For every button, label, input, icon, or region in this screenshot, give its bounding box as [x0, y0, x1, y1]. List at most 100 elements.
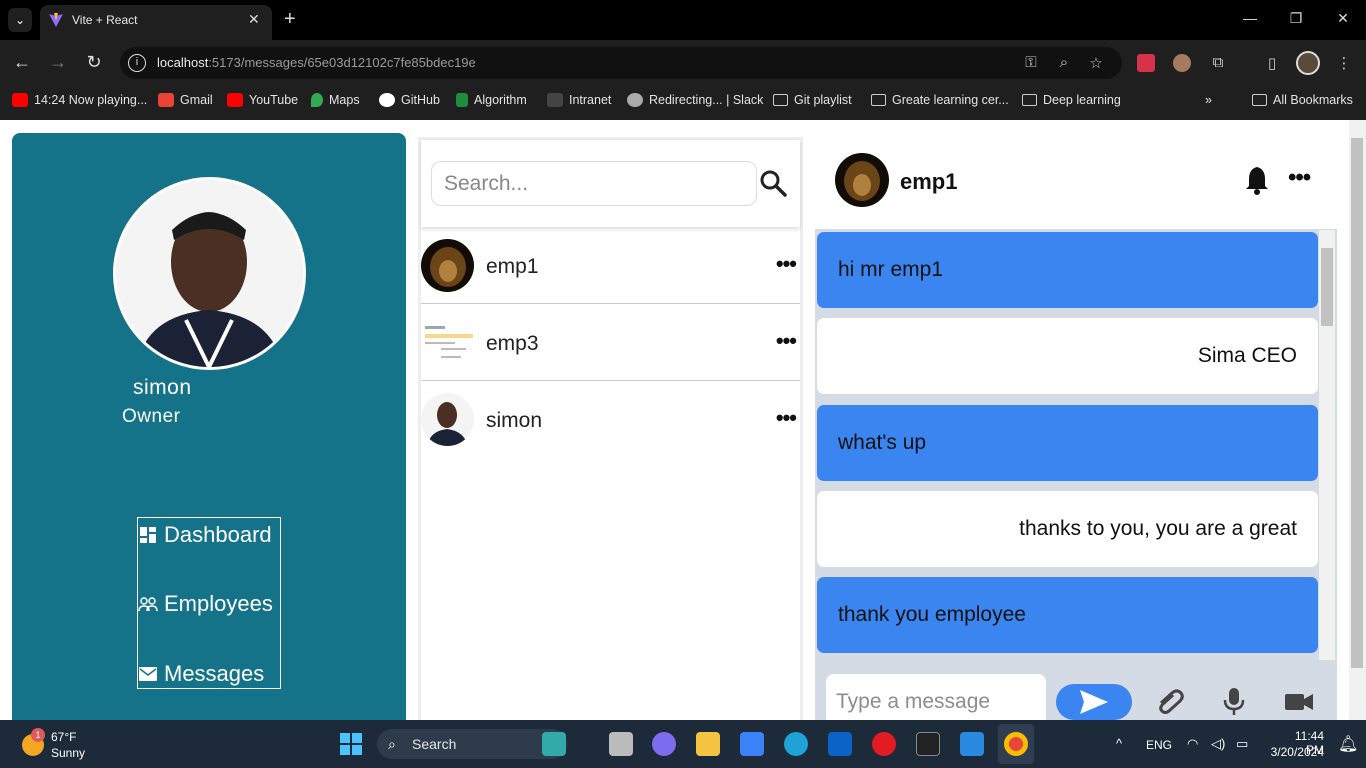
volume-icon[interactable]: ◁) — [1211, 736, 1225, 752]
video-camera-icon[interactable] — [1284, 686, 1314, 716]
tray-chevron-icon[interactable]: ^ — [1116, 736, 1122, 751]
notifications-bell-icon[interactable]: 🔔︎ — [1338, 734, 1358, 754]
more-options-icon[interactable]: ••• — [776, 405, 797, 431]
microphone-icon[interactable] — [1219, 686, 1249, 716]
chat-scrollbar-thumb[interactable] — [1321, 248, 1333, 326]
folder-icon — [1022, 94, 1037, 106]
contact-name: emp3 — [486, 332, 539, 355]
extension-owl-icon[interactable] — [1173, 54, 1191, 72]
chat-messages: hi mr emp1 Sima CEO what's up thanks to … — [815, 229, 1337, 661]
tab-close-icon[interactable]: ✕ — [248, 11, 260, 28]
bookmark-slack[interactable]: Redirecting... | Slack — [627, 92, 763, 108]
profile-name: simon — [133, 376, 192, 399]
new-tab-icon[interactable]: + — [284, 8, 296, 30]
bell-icon[interactable] — [1244, 165, 1270, 195]
folder-icon — [871, 94, 886, 106]
nav-messages[interactable]: Messages — [138, 661, 264, 687]
widgets-app-icon[interactable] — [542, 732, 566, 756]
tray-language[interactable]: ENG — [1146, 738, 1172, 752]
extension-red-icon[interactable] — [1137, 54, 1155, 72]
task-view-icon[interactable] — [609, 732, 633, 756]
document-thumbnail-avatar — [421, 316, 474, 369]
profile-avatar-icon[interactable] — [1296, 51, 1320, 75]
all-bookmarks[interactable]: All Bookmarks — [1252, 92, 1353, 108]
chrome-menu-icon[interactable]: ⋮ — [1334, 54, 1354, 72]
chat-more-options-icon[interactable]: ••• — [1288, 164, 1311, 192]
web-page: simon Owner Dashboard Employees Messages — [0, 120, 1366, 720]
contact-item-simon[interactable]: simon ••• — [421, 381, 800, 458]
more-options-icon[interactable]: ••• — [776, 251, 797, 277]
vite-favicon-icon — [49, 13, 63, 27]
nav-dashboard[interactable]: Dashboard — [138, 522, 272, 548]
search-input[interactable] — [431, 161, 757, 206]
bookmark-folder-great-learning[interactable]: Greate learning cer... — [871, 92, 1009, 108]
chat-avatar — [835, 153, 889, 207]
microsoft-store-icon[interactable] — [740, 732, 764, 756]
tab-title: Vite + React — [72, 13, 138, 27]
edge-icon[interactable] — [784, 732, 808, 756]
send-button[interactable] — [1056, 684, 1132, 720]
window-close-icon[interactable]: ✕ — [1333, 10, 1353, 27]
attachment-icon[interactable] — [1155, 686, 1185, 716]
github-icon — [379, 93, 395, 107]
mail-icon — [138, 664, 158, 684]
contact-name: simon — [486, 409, 543, 432]
password-key-icon[interactable]: ⚿ — [1021, 54, 1041, 71]
windows-start-icon[interactable] — [339, 732, 363, 756]
chat-contact-name: emp1 — [900, 169, 958, 194]
contact-name: emp1 — [486, 255, 539, 278]
weather-condition[interactable]: Sunny — [51, 746, 85, 760]
bookmark-intranet[interactable]: Intranet — [547, 92, 611, 108]
nav-messages-label: Messages — [164, 661, 265, 686]
sheets-icon — [456, 93, 468, 107]
opera-icon[interactable] — [872, 732, 896, 756]
gmail-icon — [158, 93, 174, 107]
intranet-icon — [547, 93, 563, 107]
message-input[interactable] — [826, 674, 1046, 720]
bookmark-folder-git[interactable]: Git playlist — [773, 92, 852, 108]
battery-icon[interactable]: ▭ — [1236, 736, 1248, 752]
nav-employees[interactable]: Employees — [138, 591, 273, 617]
tray-date[interactable]: 3/20/2024 — [1258, 745, 1324, 759]
bookmark-algorithm[interactable]: Algorithm — [456, 92, 527, 108]
search-icon[interactable] — [758, 168, 788, 198]
taskbar-search-icon: ⌕ — [388, 736, 396, 752]
bookmark-folder-deep-learning[interactable]: Deep learning — [1022, 92, 1121, 108]
bookmark-gmail[interactable]: Gmail — [158, 92, 213, 108]
extensions-puzzle-icon[interactable]: ⧉ — [1208, 54, 1228, 71]
url-text[interactable]: localhost:5173/messages/65e03d12102c7fe8… — [157, 55, 476, 70]
bookmark-now-playing[interactable]: 14:24 Now playing... — [12, 92, 147, 108]
vscode-icon[interactable] — [960, 732, 984, 756]
bookmark-star-icon[interactable]: ☆ — [1086, 54, 1106, 72]
weather-temp[interactable]: 67°F — [51, 730, 76, 744]
teams-chat-icon[interactable] — [652, 732, 676, 756]
bookmark-maps[interactable]: Maps — [311, 92, 360, 108]
weather-badge: 1 — [31, 728, 45, 742]
bookmark-youtube[interactable]: YouTube — [227, 92, 298, 108]
wifi-icon[interactable]: ◠ — [1187, 736, 1198, 752]
more-options-icon[interactable]: ••• — [776, 328, 797, 354]
minimize-icon[interactable]: — — [1240, 10, 1260, 26]
outlook-icon[interactable] — [828, 732, 852, 756]
site-info-icon[interactable]: i — [128, 54, 146, 72]
taskbar-search-label: Search — [412, 736, 457, 752]
terminal-icon[interactable] — [916, 732, 940, 756]
page-scrollbar-thumb[interactable] — [1351, 138, 1363, 668]
tab-search-chevron-icon[interactable]: ⌄ — [8, 8, 32, 32]
profile-photo — [113, 177, 306, 370]
contact-item-emp3[interactable]: emp3 ••• — [421, 304, 800, 381]
zoom-icon[interactable]: ⌕ — [1054, 54, 1074, 71]
side-panel-icon[interactable]: ▯ — [1262, 54, 1282, 72]
chrome-icon[interactable] — [1004, 732, 1028, 756]
contact-item-emp1[interactable]: emp1 ••• — [421, 227, 800, 304]
back-icon[interactable]: ← — [12, 52, 32, 72]
reload-icon[interactable]: ↻ — [84, 52, 104, 72]
bookmark-github[interactable]: GitHub — [379, 92, 440, 108]
forward-icon[interactable]: → — [48, 52, 68, 72]
simon-avatar — [421, 393, 474, 446]
taskbar-search[interactable] — [377, 729, 567, 759]
bookmarks-overflow-icon[interactable]: » — [1205, 92, 1212, 108]
message-bubble: what's up — [817, 405, 1318, 481]
restore-icon[interactable]: ❐ — [1286, 10, 1306, 27]
file-explorer-icon[interactable] — [696, 732, 720, 756]
